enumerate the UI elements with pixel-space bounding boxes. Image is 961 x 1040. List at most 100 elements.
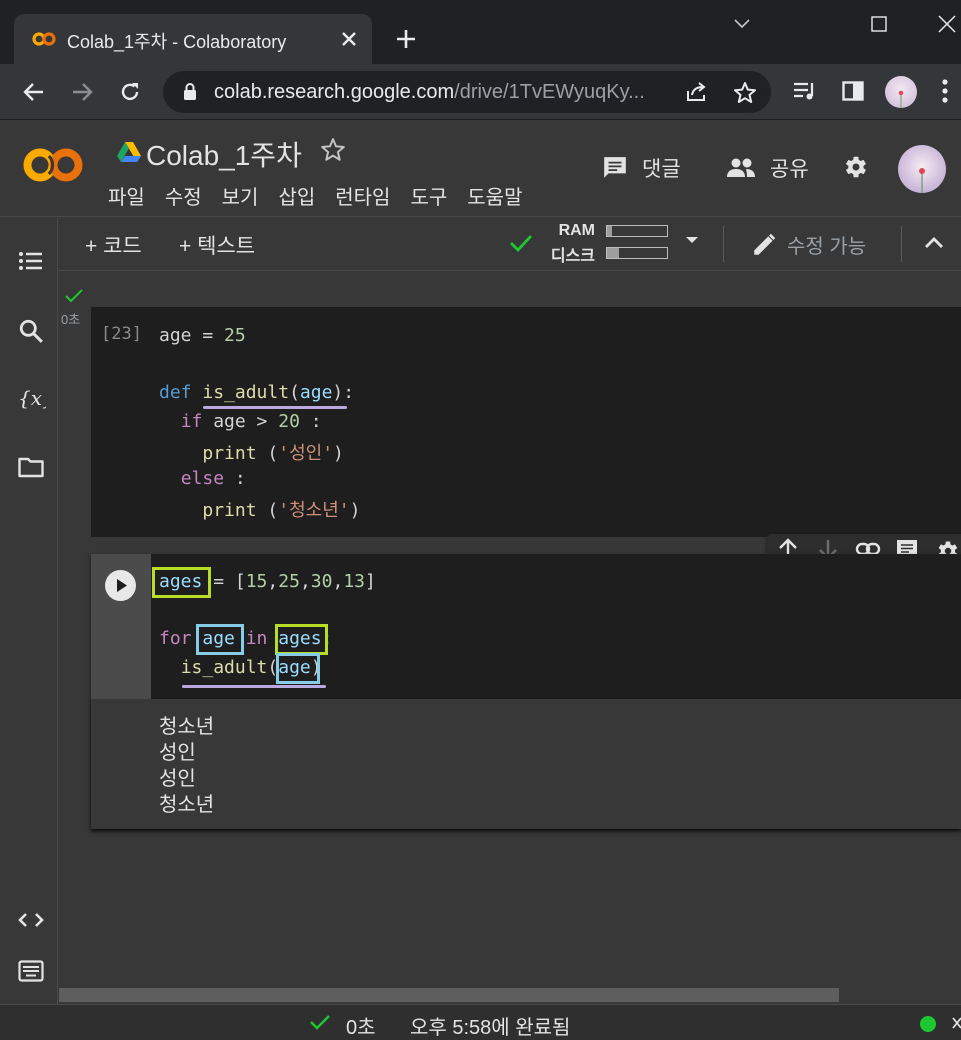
play-icon bbox=[117, 579, 127, 592]
check-icon bbox=[310, 1014, 330, 1030]
comment-button[interactable]: 댓글 bbox=[602, 153, 681, 183]
lock-icon[interactable] bbox=[183, 83, 197, 101]
media-control-icon[interactable] bbox=[792, 80, 818, 102]
notebook-area: [23] age = 25 def is_adult(age): if age … bbox=[59, 271, 961, 986]
share-page-icon[interactable] bbox=[685, 81, 709, 103]
command-palette-icon[interactable] bbox=[18, 960, 44, 982]
code-token: '성인' bbox=[278, 443, 334, 464]
run-cell-button[interactable] bbox=[105, 570, 136, 601]
ram-meter[interactable] bbox=[606, 225, 668, 237]
disk-meter[interactable] bbox=[606, 247, 668, 259]
pencil-icon bbox=[751, 232, 777, 258]
toolbar-divider bbox=[901, 226, 902, 262]
close-icon[interactable] bbox=[952, 1017, 961, 1029]
tab-close-icon[interactable] bbox=[340, 30, 358, 48]
add-text-button[interactable]: + 텍스트 bbox=[179, 230, 255, 260]
output-line: 성인 bbox=[159, 740, 196, 764]
back-arrow-icon[interactable] bbox=[22, 80, 46, 104]
maximize-window-icon[interactable] bbox=[871, 16, 887, 32]
output-line: 청소년 bbox=[159, 792, 215, 816]
highlight-age bbox=[276, 653, 320, 684]
people-icon bbox=[726, 157, 756, 179]
menu-insert[interactable]: 삽입 bbox=[278, 181, 315, 210]
code-token: age = bbox=[159, 325, 225, 346]
colab-logo-icon[interactable] bbox=[22, 143, 86, 187]
code-cell-1[interactable]: [23] age = 25 def is_adult(age): if age … bbox=[91, 307, 961, 537]
cell-output: 청소년 성인 성인 청소년 bbox=[91, 699, 961, 829]
browser-profile-avatar[interactable] bbox=[885, 76, 917, 108]
function-underline bbox=[182, 685, 326, 688]
url-text: colab.research.google.com/drive/1TvEWyuq… bbox=[214, 81, 645, 104]
horizontal-scrollbar[interactable] bbox=[59, 986, 961, 1004]
add-code-button[interactable]: + 코드 bbox=[85, 230, 142, 260]
new-tab-icon[interactable] bbox=[395, 28, 417, 50]
left-sidebar: {x} bbox=[0, 218, 58, 1004]
account-avatar[interactable] bbox=[898, 145, 946, 193]
code-token: 25 bbox=[278, 571, 300, 592]
url-path: /drive/1TvEWyuqKy... bbox=[454, 81, 645, 103]
tab-title: Colab_1주차 - Colaboratory bbox=[67, 32, 287, 52]
ram-meter-fill bbox=[607, 226, 612, 236]
code-line: print ('청소년') bbox=[202, 500, 361, 521]
code-token: else bbox=[180, 468, 225, 489]
search-icon[interactable] bbox=[18, 318, 44, 344]
notebook-title[interactable]: Colab_1주차 bbox=[146, 134, 302, 174]
status-elapsed[interactable]: 0초 bbox=[346, 1011, 376, 1040]
share-label: 공유 bbox=[770, 158, 809, 181]
bookmark-star-icon[interactable] bbox=[733, 81, 757, 105]
variables-icon[interactable]: {x} bbox=[18, 384, 46, 412]
collapse-header-icon[interactable] bbox=[923, 232, 945, 254]
code-token: age bbox=[299, 382, 333, 403]
toolbar-divider bbox=[723, 226, 724, 262]
disk-label: 디스크 bbox=[550, 248, 595, 265]
output-line: 성인 bbox=[159, 766, 196, 790]
code-snippets-icon[interactable] bbox=[18, 910, 44, 930]
menu-help[interactable]: 도움말 bbox=[467, 181, 522, 210]
menu-view[interactable]: 보기 bbox=[222, 181, 259, 210]
run-success-check-icon bbox=[65, 289, 83, 303]
gear-icon[interactable] bbox=[842, 153, 870, 181]
address-bar[interactable]: colab.research.google.com/drive/1TvEWyuq… bbox=[163, 71, 771, 113]
code-line: else : bbox=[180, 468, 246, 489]
svg-text:{x}: {x} bbox=[18, 386, 46, 410]
star-icon[interactable] bbox=[320, 137, 346, 163]
execution-count: [23] bbox=[101, 324, 142, 344]
code-token: '청소년' bbox=[278, 500, 350, 521]
scrollbar-thumb[interactable] bbox=[59, 988, 839, 1002]
code-token: 20 bbox=[278, 411, 300, 432]
colab-favicon-icon bbox=[32, 31, 56, 47]
table-of-contents-icon[interactable] bbox=[18, 250, 44, 272]
menu-file[interactable]: 파일 bbox=[108, 181, 145, 210]
tab-search-chevron-icon[interactable] bbox=[733, 16, 751, 30]
highlight-ages bbox=[152, 567, 211, 598]
notebook-toolbar: + 코드 + 텍스트 RAM 디스크 수정 가능 bbox=[59, 218, 961, 271]
edit-mode-label: 수정 가능 bbox=[787, 236, 867, 258]
comment-label: 댓글 bbox=[642, 158, 681, 181]
side-panel-icon[interactable] bbox=[842, 81, 864, 101]
share-button[interactable]: 공유 bbox=[726, 153, 809, 183]
status-completed[interactable]: 오후 5:58에 완료됨 bbox=[410, 1011, 570, 1040]
output-line: 청소년 bbox=[159, 714, 215, 738]
code-token: 13 bbox=[343, 571, 365, 592]
code-token: is_adult bbox=[180, 657, 268, 678]
menu-tools[interactable]: 도구 bbox=[410, 181, 447, 210]
folder-icon[interactable] bbox=[18, 456, 44, 478]
chevron-down-icon[interactable] bbox=[685, 235, 699, 245]
menu-runtime[interactable]: 런타임 bbox=[335, 181, 390, 210]
run-duration: 0초 bbox=[61, 312, 81, 327]
disk-meter-fill bbox=[607, 248, 619, 258]
code-token: print bbox=[202, 443, 257, 464]
edit-mode-button[interactable]: 수정 가능 bbox=[751, 230, 866, 259]
close-window-icon[interactable] bbox=[938, 15, 956, 33]
connected-check-icon[interactable] bbox=[509, 232, 533, 254]
forward-arrow-icon[interactable] bbox=[70, 80, 94, 104]
google-drive-icon[interactable] bbox=[116, 141, 142, 163]
code-token: is_adult bbox=[202, 382, 290, 403]
browser-menu-icon[interactable] bbox=[941, 78, 949, 104]
browser-tab[interactable]: Colab_1주차 - Colaboratory bbox=[14, 14, 372, 64]
reload-icon[interactable] bbox=[118, 80, 142, 104]
code-token: if bbox=[180, 411, 203, 432]
code-cell-2[interactable]: ages = [15,25,30,13] for age in ages: is… bbox=[151, 554, 961, 699]
menu-edit[interactable]: 수정 bbox=[165, 181, 202, 210]
code-token: 15 bbox=[245, 571, 268, 592]
